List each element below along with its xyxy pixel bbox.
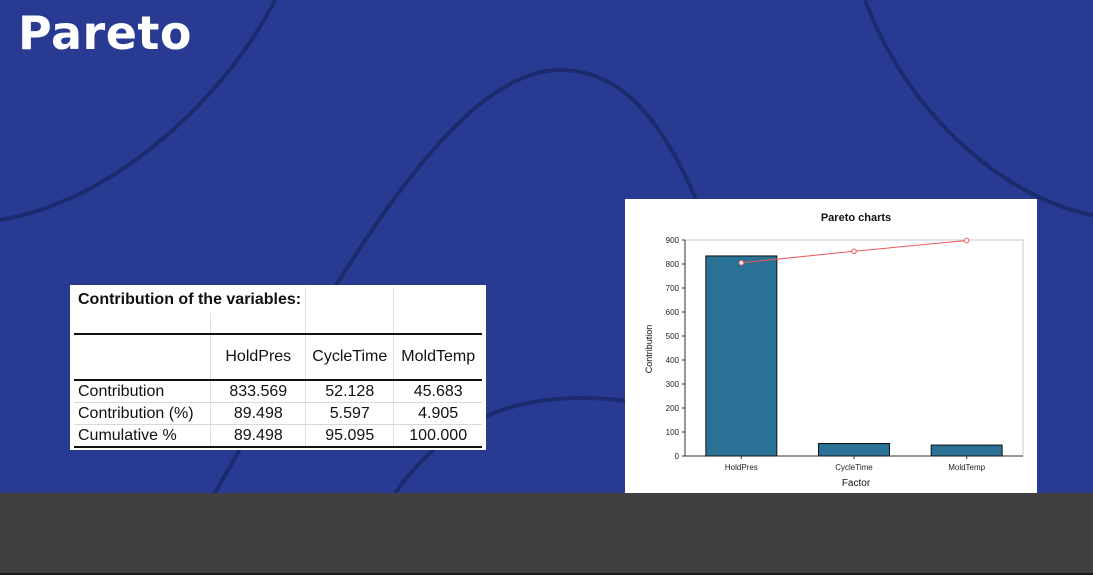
row-label: Cumulative % bbox=[74, 424, 212, 448]
pareto-chart: Pareto charts 0 100 200 300 400 500 600 700 800 90… bbox=[644, 212, 1024, 489]
background-curve bbox=[863, 0, 1093, 217]
y-axis-label: Contribution bbox=[644, 325, 654, 374]
cumulative-point bbox=[738, 260, 745, 266]
table-header-empty bbox=[74, 334, 212, 381]
contribution-table: Contribution of the variables: HoldPres … bbox=[74, 287, 482, 448]
x-tick-label: MoldTemp bbox=[948, 463, 985, 472]
pareto-chart-card: Pareto charts 0 100 200 300 400 500 600 700 800 90… bbox=[625, 199, 1037, 493]
y-tick-label: 400 bbox=[666, 356, 680, 365]
table-cell: 95.095 bbox=[305, 424, 395, 448]
y-tick-label: 500 bbox=[666, 332, 680, 341]
chart-title: Pareto charts bbox=[821, 212, 891, 224]
table-header-row: HoldPres CycleTime MoldTemp bbox=[74, 334, 482, 381]
table-cell-empty bbox=[394, 287, 482, 313]
bar bbox=[705, 255, 778, 457]
table-cell: 833.569 bbox=[210, 380, 307, 403]
table-row: Cumulative % 89.498 95.095 100.000 bbox=[74, 424, 482, 448]
table-cell: 5.597 bbox=[305, 402, 395, 425]
table-cell: 89.498 bbox=[210, 402, 307, 425]
table-header-holdpres: HoldPres bbox=[210, 334, 307, 381]
y-tick-label: 0 bbox=[675, 452, 680, 461]
row-label: Contribution bbox=[74, 380, 212, 403]
table-cell: 52.128 bbox=[305, 380, 395, 403]
y-tick-label: 200 bbox=[666, 404, 680, 413]
row-label: Contribution (%) bbox=[74, 402, 212, 425]
table-title-row: Contribution of the variables: bbox=[74, 287, 482, 313]
table-cell-empty bbox=[305, 313, 395, 335]
table-cell: 100.000 bbox=[393, 424, 482, 448]
cumulative-point bbox=[851, 248, 857, 255]
bottom-band bbox=[0, 493, 1093, 573]
y-tick-label: 600 bbox=[666, 308, 680, 317]
bar bbox=[818, 442, 890, 457]
table-cell-empty bbox=[210, 313, 307, 335]
y-tick-label: 100 bbox=[666, 428, 680, 437]
contribution-table-card: Contribution of the variables: HoldPres … bbox=[70, 285, 486, 450]
y-tick-label: 900 bbox=[666, 236, 680, 245]
y-tick-label: 300 bbox=[666, 380, 680, 389]
table-header-moldtemp: MoldTemp bbox=[393, 334, 482, 381]
table-cell-empty bbox=[393, 313, 482, 335]
y-tick-label: 700 bbox=[666, 284, 680, 293]
table-cell: 45.683 bbox=[393, 380, 482, 403]
table-row: Contribution 833.569 52.128 45.683 bbox=[74, 380, 482, 403]
table-cell-empty bbox=[74, 313, 212, 335]
x-tick-label: HoldPres bbox=[725, 463, 758, 472]
table-title: Contribution of the variables: bbox=[74, 287, 307, 313]
cumulative-point bbox=[963, 237, 970, 244]
table-cell: 4.905 bbox=[393, 402, 482, 425]
x-tick-label: CycleTime bbox=[835, 463, 873, 472]
table-row: Contribution (%) 89.498 5.597 4.905 bbox=[74, 402, 482, 425]
y-tick-label: 800 bbox=[666, 260, 680, 269]
table-cell-empty bbox=[305, 287, 395, 313]
table-header-cycletime: CycleTime bbox=[305, 334, 395, 381]
table-blank-row bbox=[74, 313, 482, 335]
slide-title: Pareto bbox=[18, 6, 192, 60]
bar bbox=[930, 444, 1003, 457]
x-axis-label: Factor bbox=[842, 478, 871, 489]
table-cell: 89.498 bbox=[210, 424, 307, 448]
